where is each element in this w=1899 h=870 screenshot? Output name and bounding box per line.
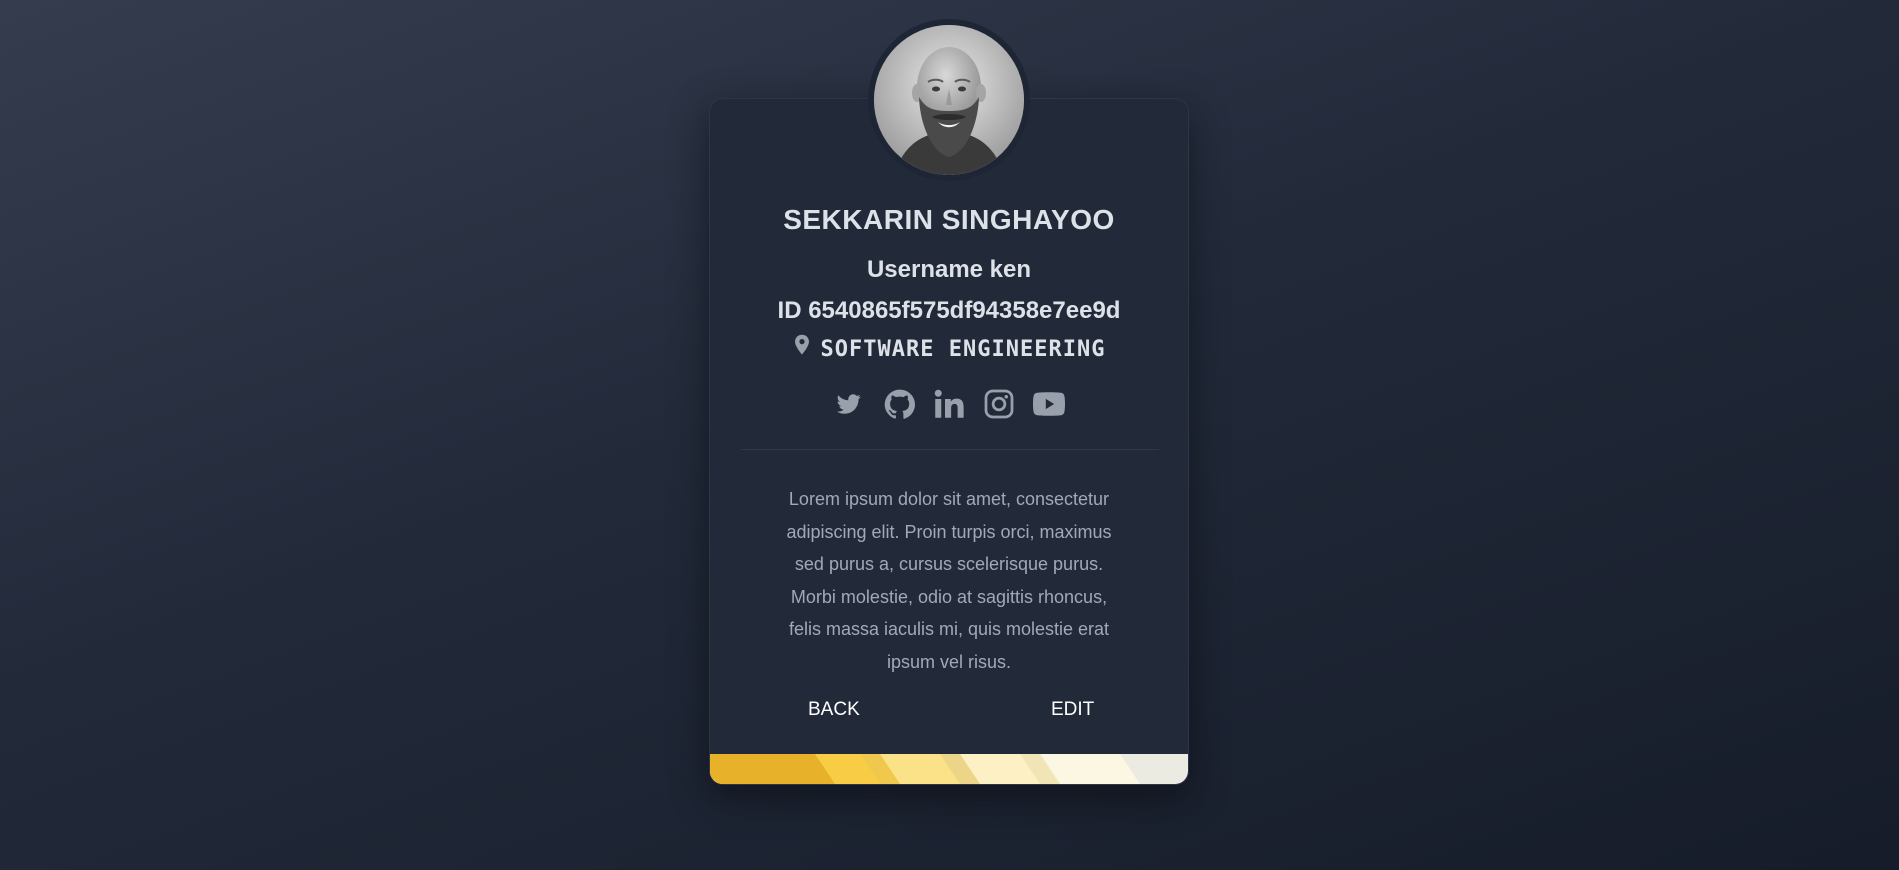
- edit-button[interactable]: EDIT: [1051, 699, 1094, 721]
- profile-bio: Lorem ipsum dolor sit amet, consectetur …: [786, 489, 1112, 672]
- profile-id: ID 6540865f575df94358e7ee9d: [777, 297, 1121, 324]
- github-icon[interactable]: [883, 388, 915, 420]
- social-links: [710, 388, 1188, 420]
- department-label: SOFTWARE ENGINEERING: [820, 337, 1106, 362]
- profile-name: SEKKARIN SINGHAYOO: [783, 204, 1115, 235]
- twitter-icon[interactable]: [833, 388, 865, 420]
- decorative-stripe: [710, 754, 1188, 784]
- divider: [741, 449, 1159, 450]
- avatar-ring: [868, 19, 1030, 181]
- avatar: [874, 25, 1024, 175]
- avatar-portrait: [874, 25, 1024, 175]
- profile-department: SOFTWARE ENGINEERING: [710, 334, 1188, 362]
- linkedin-icon[interactable]: [933, 388, 965, 420]
- profile-card-container: SEKKARIN SINGHAYOO Username ken ID 65408…: [709, 19, 1189, 785]
- back-button[interactable]: BACK: [808, 699, 860, 721]
- map-pin-icon: [794, 334, 809, 355]
- youtube-icon[interactable]: [1033, 388, 1065, 420]
- profile-username: Username ken: [866, 256, 1032, 283]
- instagram-icon[interactable]: [983, 388, 1015, 420]
- profile-card: SEKKARIN SINGHAYOO Username ken ID 65408…: [709, 98, 1189, 785]
